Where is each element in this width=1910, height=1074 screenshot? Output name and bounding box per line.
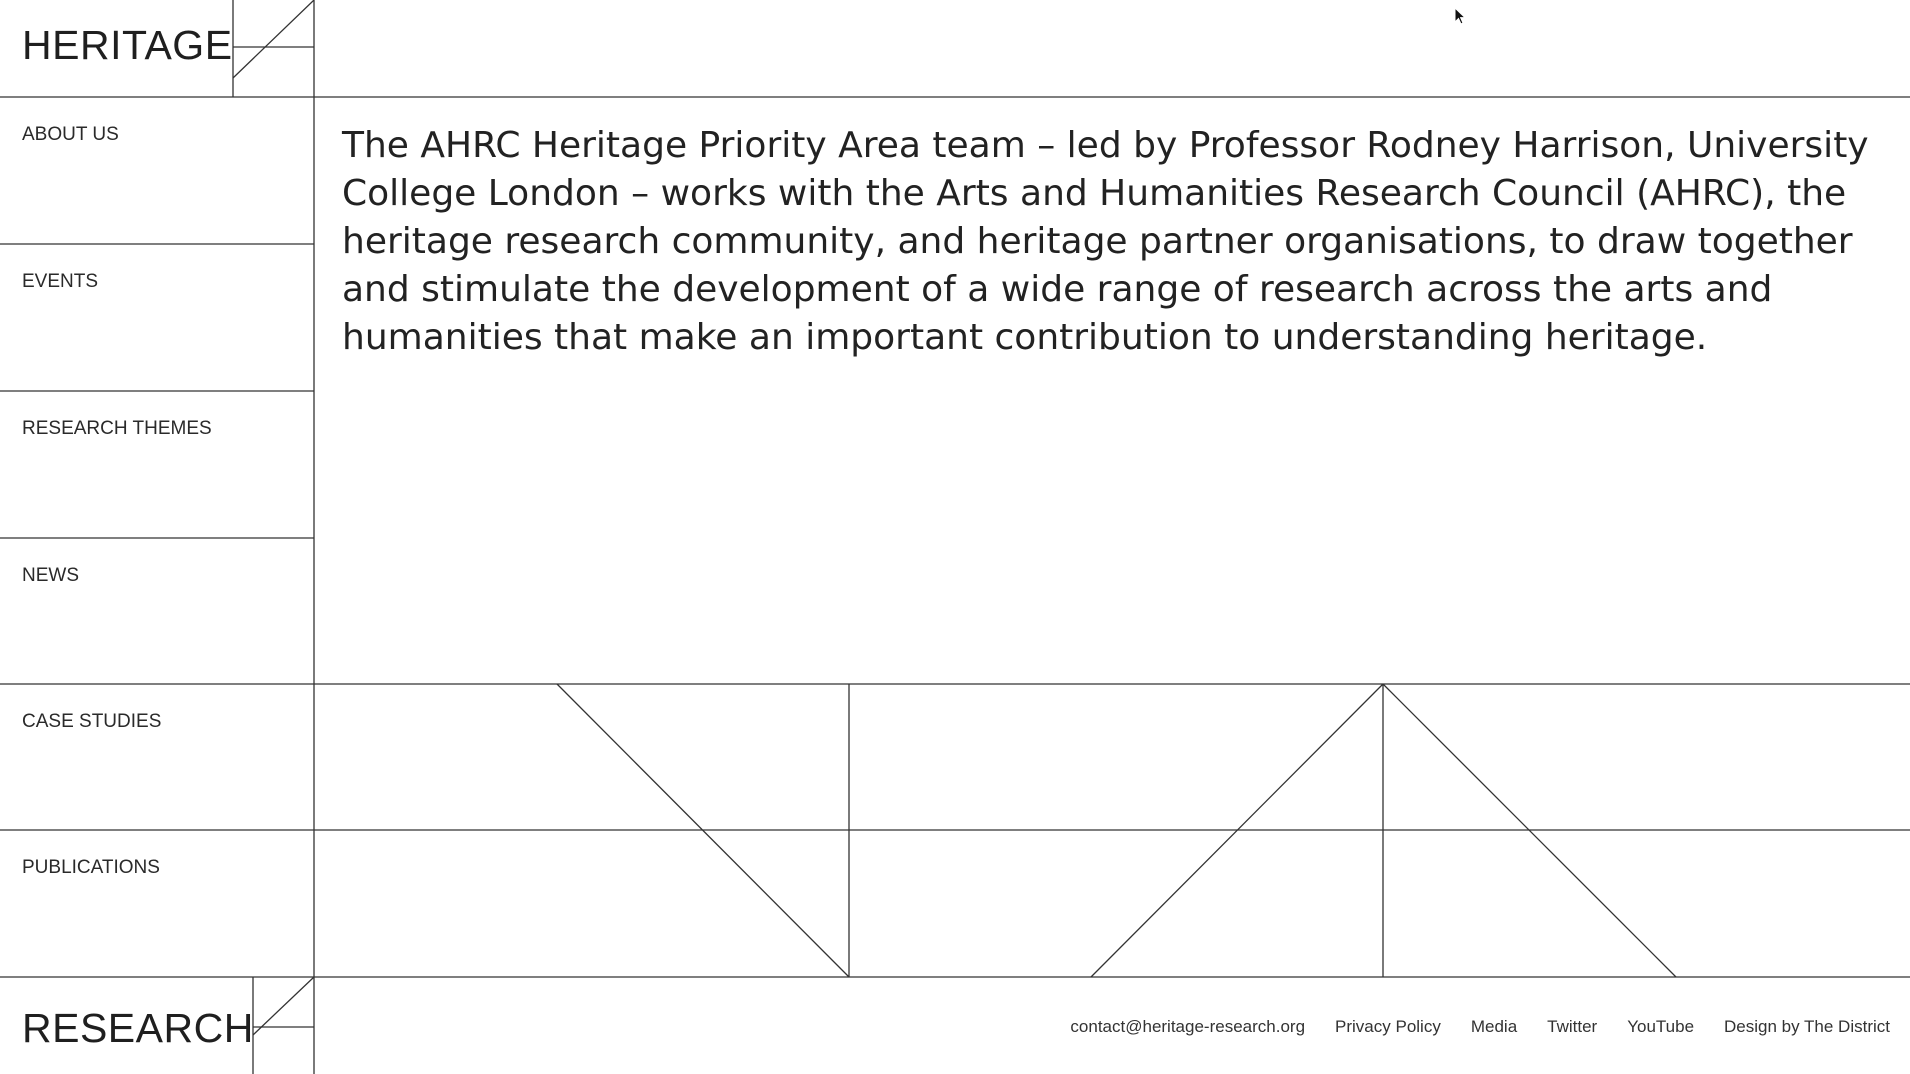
mouse-cursor-icon xyxy=(1454,7,1467,25)
youtube-link[interactable]: YouTube xyxy=(1627,1017,1694,1037)
nav-label: ABOUT US xyxy=(22,124,119,145)
footer-links: contact@heritage-research.org Privacy Po… xyxy=(1070,1017,1890,1037)
nav-label: CASE STUDIES xyxy=(22,711,162,732)
nav-item-news[interactable]: NEWS xyxy=(0,539,314,685)
nav-label: NEWS xyxy=(22,565,79,586)
nav-item-research-themes[interactable]: RESEARCH THEMES xyxy=(0,392,314,538)
logo-research[interactable]: RESEARCH xyxy=(22,1005,254,1052)
privacy-policy-link[interactable]: Privacy Policy xyxy=(1335,1017,1441,1037)
contact-email-link[interactable]: contact@heritage-research.org xyxy=(1070,1017,1305,1037)
media-link[interactable]: Media xyxy=(1471,1017,1517,1037)
nav-label: PUBLICATIONS xyxy=(22,857,160,878)
nav-item-publications[interactable]: PUBLICATIONS xyxy=(0,831,314,977)
intro-paragraph: The AHRC Heritage Priority Area team – l… xyxy=(342,125,1869,358)
nav-label: RESEARCH THEMES xyxy=(22,418,212,439)
nav-label: EVENTS xyxy=(22,271,99,292)
twitter-link[interactable]: Twitter xyxy=(1547,1017,1597,1037)
design-credit-link[interactable]: Design by The District xyxy=(1724,1017,1890,1037)
logo-heritage[interactable]: HERITAGE xyxy=(22,22,233,69)
nav-item-about-us[interactable]: ABOUT US xyxy=(0,98,314,244)
nav-item-events[interactable]: EVENTS xyxy=(0,245,314,391)
nav-item-case-studies[interactable]: CASE STUDIES xyxy=(0,685,314,831)
